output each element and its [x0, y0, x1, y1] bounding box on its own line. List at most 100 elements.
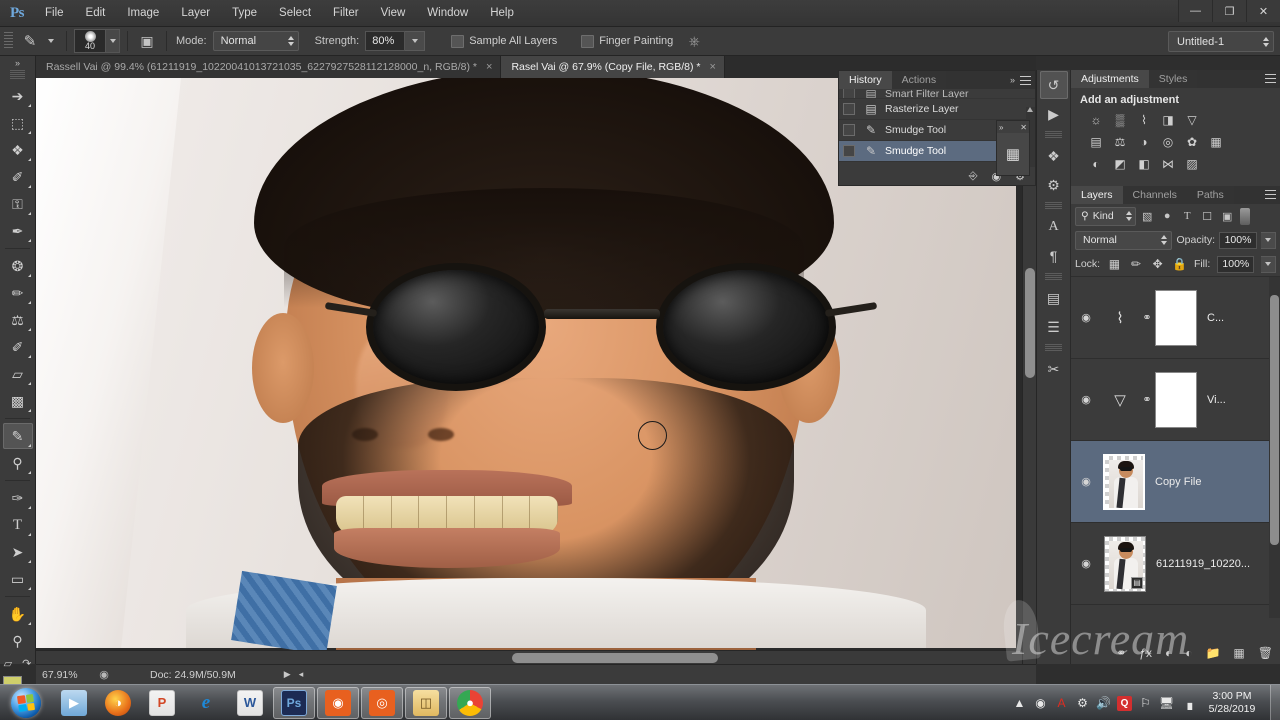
safely-remove-hardware-icon[interactable]: ⚙ [1072, 685, 1093, 720]
channel-mixer-icon[interactable]: ✿ [1181, 132, 1203, 152]
icecream-tray-icon[interactable]: ◉ [1030, 685, 1051, 720]
move-tool[interactable]: ➔ [3, 83, 33, 109]
restore-button[interactable]: ❐ [1212, 0, 1246, 22]
signal-strength-icon[interactable]: ▗ [1177, 685, 1198, 720]
document-info-icon[interactable]: ◉ [92, 668, 116, 681]
status-expand-icon[interactable]: ▶ [284, 669, 291, 680]
history-brush-tool[interactable]: ✐ [3, 334, 33, 360]
menu-item-image[interactable]: Image [116, 0, 170, 27]
volume-icon[interactable]: 🔊 [1093, 685, 1114, 720]
threshold-icon[interactable]: ◧ [1133, 154, 1155, 174]
shape-layer-filter-icon[interactable]: ☐ [1199, 207, 1216, 226]
brush-chevron-down-icon[interactable] [106, 29, 120, 53]
layer-style-icon[interactable]: ƒx [1139, 646, 1152, 660]
sample-all-layers-checkbox[interactable]: Sample All Layers [451, 34, 557, 48]
fill-value[interactable]: 100% [1217, 255, 1255, 273]
layer-visibility-eye-icon[interactable]: ◉ [1071, 393, 1101, 406]
notes-panel-icon[interactable]: ☰ [1040, 313, 1068, 341]
menu-item-window[interactable]: Window [416, 0, 479, 27]
exposure-icon[interactable]: ◨ [1157, 110, 1179, 130]
black-white-icon[interactable]: ◑ [1133, 132, 1155, 152]
history-row-partial[interactable]: ▤ Smart Filter Layer [839, 89, 1035, 99]
brush-panel-toggle-icon[interactable]: ▣ [135, 30, 159, 52]
menu-item-edit[interactable]: Edit [75, 0, 117, 27]
strength-chevron-down-icon[interactable] [405, 31, 426, 51]
mode-select[interactable]: Normal [212, 31, 299, 51]
3d-panel-icon[interactable]: ▦ [997, 133, 1029, 175]
document-tab-rasel-vai[interactable]: Rasel Vai @ 67.9% (Copy File, RGB/8) * × [501, 56, 725, 78]
minimize-button[interactable]: — [1178, 0, 1212, 22]
canvas-horizontal-scrollbar[interactable] [36, 650, 1022, 664]
taskbar-item-firefox[interactable]: ◑ [97, 687, 139, 719]
workspace-select[interactable]: Untitled-1 [1168, 31, 1274, 52]
panel-menu-icon[interactable] [1265, 190, 1276, 199]
gradient-map-icon[interactable]: ▨ [1181, 154, 1203, 174]
hue-saturation-icon[interactable]: ▤ [1085, 132, 1107, 152]
lock-image-pixels-icon[interactable]: ✏ [1129, 256, 1144, 272]
brush-panel-icon[interactable]: ❖ [1040, 142, 1068, 170]
collapse-icon[interactable]: » [999, 123, 1003, 132]
tools-collapse-icon[interactable]: » [0, 56, 35, 70]
show-hidden-icons-icon[interactable]: ▲ [1009, 685, 1030, 720]
taskbar-item-powerpoint[interactable]: P [141, 687, 183, 719]
layer-mask-link-icon[interactable]: ⚭ [1139, 311, 1155, 324]
tool-presets-panel-icon[interactable]: ⚙ [1040, 171, 1068, 199]
layer-visibility-eye-icon[interactable]: ◉ [1071, 557, 1101, 570]
rectangular-marquee-tool[interactable]: ⬚ [3, 110, 33, 136]
network-icon[interactable]: 🖥 [1156, 685, 1177, 720]
blend-mode-select[interactable]: Normal [1075, 230, 1173, 250]
new-document-from-state-icon[interactable]: ⎆ [969, 170, 978, 183]
clone-stamp-tool[interactable]: ⚖ [3, 307, 33, 333]
taskbar-item-icecream-screen-recorder[interactable]: ◉ [317, 686, 359, 719]
lock-all-icon[interactable]: 🔒 [1172, 256, 1187, 272]
layer-visibility-eye-icon[interactable]: ◉ [1071, 475, 1101, 488]
eyedropper-tool[interactable]: ✒ [3, 218, 33, 244]
status-collapse-icon[interactable]: ◂ [299, 669, 304, 680]
pen-tool[interactable]: ✑ [3, 485, 33, 511]
brightness-contrast-icon[interactable]: ☼ [1085, 110, 1107, 130]
color-balance-icon[interactable]: ⚖ [1109, 132, 1131, 152]
spot-healing-brush-tool[interactable]: ❂ [3, 253, 33, 279]
close-button[interactable]: ✕ [1246, 0, 1280, 22]
layer-mask-thumbnail[interactable] [1155, 371, 1197, 428]
gradient-tool[interactable]: ▩ [3, 388, 33, 414]
zoom-level[interactable]: 67.91% [36, 669, 92, 681]
scrollbar-thumb[interactable] [1270, 295, 1279, 545]
tab-actions[interactable]: Actions [891, 71, 947, 89]
smart-object-filter-icon[interactable]: ▣ [1219, 207, 1236, 226]
taskbar-item-icecream-capture[interactable]: ◎ [361, 686, 403, 719]
taskbar-item-internet-explorer[interactable]: e [185, 687, 227, 719]
menu-item-layer[interactable]: Layer [170, 0, 221, 27]
close-icon[interactable]: × [486, 61, 492, 73]
posterize-icon[interactable]: ◩ [1109, 154, 1131, 174]
lock-transparent-pixels-icon[interactable]: ▦ [1107, 256, 1122, 272]
brush-tool[interactable]: ✏ [3, 280, 33, 306]
table-row[interactable]: ◉ Copy File [1071, 441, 1280, 523]
layer-comps-panel-icon[interactable]: ▤ [1040, 284, 1068, 312]
taskbar-item-word[interactable]: W [229, 687, 271, 719]
pixel-layer-filter-icon[interactable]: ▧ [1139, 207, 1156, 226]
adobe-tray-icon[interactable]: A [1051, 685, 1072, 720]
brush-size-control[interactable]: 40 [74, 29, 120, 53]
levels-icon[interactable]: ▒ [1109, 110, 1131, 130]
taskbar-item-google-chrome[interactable]: ● [449, 686, 491, 719]
taskbar-item-windows-explorer[interactable]: ◫ [405, 686, 447, 719]
history-snapshot-checkbox[interactable] [843, 103, 855, 115]
strength-control[interactable]: 80% [365, 31, 426, 51]
show-desktop-button[interactable] [1270, 685, 1280, 720]
panel-menu-icon[interactable] [1265, 74, 1276, 83]
tab-adjustments[interactable]: Adjustments [1071, 70, 1149, 88]
menu-item-select[interactable]: Select [268, 0, 322, 27]
quick-heal-icon[interactable]: Q [1117, 695, 1132, 711]
color-lookup-icon[interactable]: ▦ [1205, 132, 1227, 152]
layer-thumbnail[interactable] [1103, 453, 1145, 510]
tab-paths[interactable]: Paths [1186, 186, 1234, 204]
default-colors-icon[interactable]: ▱ [4, 657, 12, 670]
layer-visibility-eye-icon[interactable]: ◉ [1071, 311, 1101, 324]
lasso-tool[interactable]: ❖ [3, 137, 33, 163]
dodge-tool[interactable]: ⚲ [3, 450, 33, 476]
layer-thumbnail[interactable]: ▤ [1104, 535, 1146, 592]
lock-position-icon[interactable]: ✥ [1150, 256, 1165, 272]
table-row[interactable]: ◉ ⌇ ⚭ C... [1071, 277, 1280, 359]
history-snapshot-checkbox[interactable] [843, 145, 855, 157]
